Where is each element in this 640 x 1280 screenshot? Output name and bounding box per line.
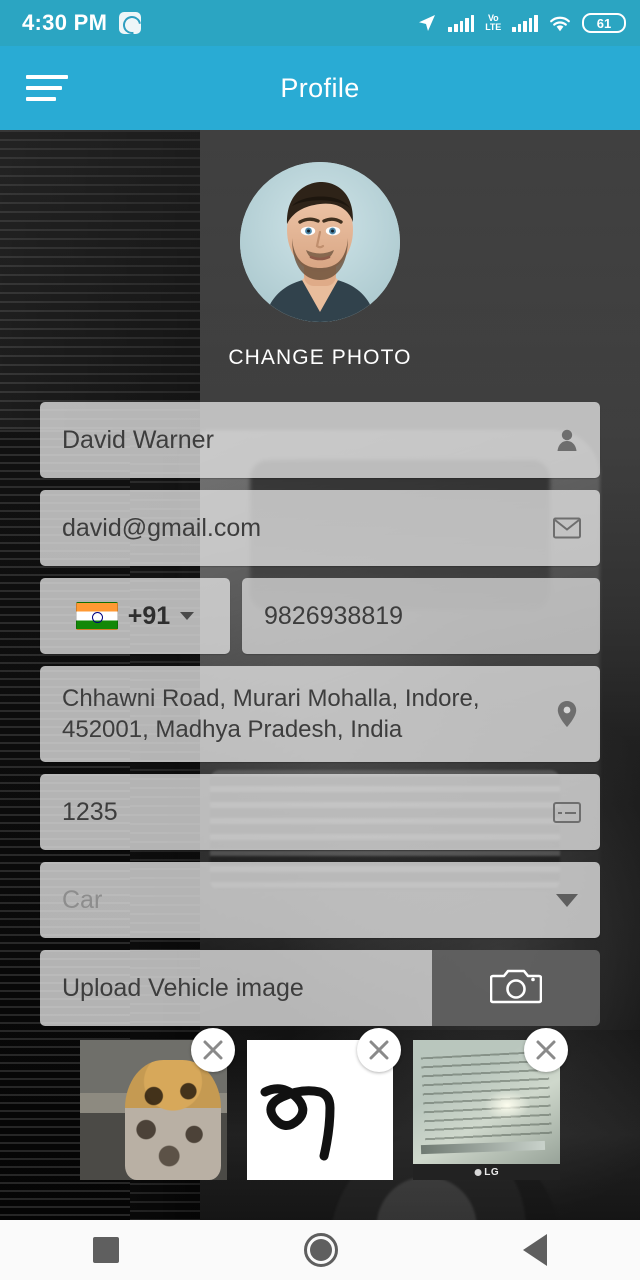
triangle-back-icon[interactable] — [523, 1234, 548, 1266]
app-bar: Profile — [0, 46, 640, 130]
country-code-value: +91 — [127, 601, 171, 630]
vehicle-number-field[interactable]: 1235 — [40, 774, 600, 850]
status-bar: 4:30 PM Vo LTE 61 — [0, 0, 640, 46]
status-bar-clock: 4:30 PM — [22, 10, 108, 35]
hamburger-menu-icon[interactable] — [26, 71, 68, 105]
country-code-selector[interactable]: +91 — [40, 578, 230, 654]
profile-form: David Warner david@gmail.com +91 9826938… — [0, 402, 640, 1180]
list-item[interactable] — [80, 1028, 235, 1180]
location-arrow-icon — [417, 13, 437, 33]
phone-number-field[interactable]: 9826938819 — [242, 578, 600, 654]
camera-button[interactable] — [432, 950, 600, 1026]
name-value: David Warner — [62, 425, 214, 454]
address-value: Chhawni Road, Murari Mohalla, Indore, 45… — [62, 685, 480, 743]
dropdown-triangle-icon — [552, 885, 582, 915]
list-item[interactable] — [246, 1028, 402, 1180]
close-x-icon[interactable] — [190, 1028, 235, 1072]
phone-row: +91 9826938819 — [40, 578, 600, 654]
vehicle-type-value: Car — [62, 885, 103, 914]
volte-bottom-text: LTE — [485, 22, 502, 32]
india-flag-icon — [75, 602, 118, 630]
android-navigation-bar — [0, 1220, 640, 1280]
change-photo-button[interactable]: CHANGE PHOTO — [228, 346, 411, 370]
status-bar-icons: Vo LTE 61 — [417, 13, 626, 33]
phone-number-value: 9826938819 — [264, 601, 404, 630]
upload-vehicle-image-row: Upload Vehicle image — [40, 950, 600, 1026]
license-card-icon — [552, 797, 582, 827]
square-recents-icon[interactable] — [92, 1237, 119, 1263]
page-title: Profile — [280, 72, 360, 103]
upload-vehicle-image-label[interactable]: Upload Vehicle image — [40, 950, 432, 1026]
circle-home-icon[interactable] — [303, 1233, 338, 1267]
avatar[interactable] — [240, 162, 400, 322]
vehicle-type-dropdown[interactable]: Car — [40, 862, 600, 938]
profile-screen: 4:30 PM Vo LTE 61 Profile CHANGE PHOTO D… — [0, 0, 640, 1280]
name-field[interactable]: David Warner — [40, 402, 600, 478]
caret-down-icon — [180, 612, 195, 620]
email-value: david@gmail.com — [62, 513, 262, 542]
volte-icon: Vo LTE — [485, 14, 501, 32]
battery-level-text: 61 — [596, 15, 612, 31]
address-field[interactable]: Chhawni Road, Murari Mohalla, Indore, 45… — [40, 666, 600, 762]
battery-indicator: 61 — [582, 13, 626, 33]
uploaded-images-list: LG — [40, 1026, 600, 1180]
person-icon — [552, 425, 582, 455]
camera-icon — [489, 966, 543, 1011]
email-field[interactable]: david@gmail.com — [40, 490, 600, 566]
vehicle-number-value: 1235 — [62, 797, 118, 826]
wifi-icon — [549, 15, 571, 32]
map-pin-icon — [552, 699, 582, 729]
list-item[interactable]: LG — [413, 1028, 569, 1180]
user-profile-photo — [240, 162, 400, 322]
signal-bars-icon — [448, 14, 475, 32]
envelope-icon — [552, 513, 582, 543]
profile-content: CHANGE PHOTO David Warner david@gmail.co… — [0, 130, 640, 1220]
rocket-app-icon — [119, 12, 142, 34]
close-x-icon[interactable] — [357, 1028, 402, 1072]
avatar-section: CHANGE PHOTO — [0, 130, 640, 370]
close-x-icon[interactable] — [524, 1028, 569, 1072]
signal-bars-icon-2 — [512, 14, 538, 32]
